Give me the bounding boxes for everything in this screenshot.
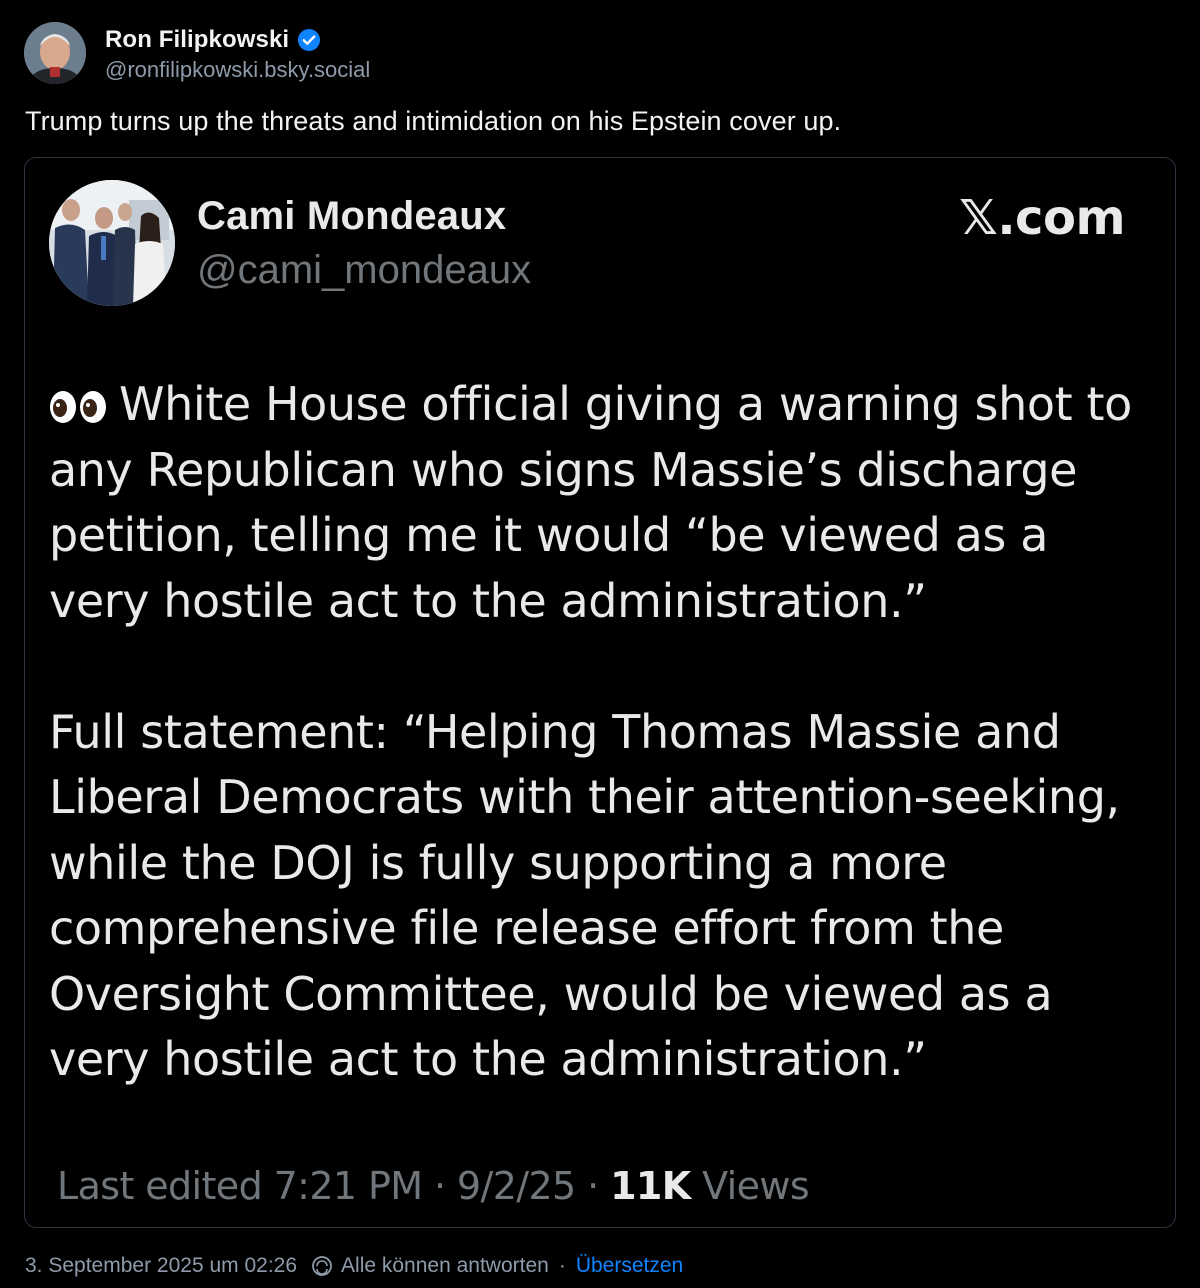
embed-author-name: Cami Mondeaux (197, 194, 507, 238)
post-timestamp[interactable]: 3. September 2025 um 02:26 (25, 1254, 297, 1278)
author-name-row: Ron Filipkowski (105, 26, 321, 54)
x-logo: 𝕏.com (959, 190, 1125, 246)
post: Ron Filipkowski @ronfilipkowski.bsky.soc… (0, 0, 1200, 1288)
eyes-emoji-icon (49, 376, 107, 423)
embed-views-label: Views (690, 1164, 810, 1208)
embed-author-handle: @cami_mondeaux (197, 248, 532, 292)
author-avatar[interactable] (24, 22, 86, 84)
embed-paragraph-2: Full statement: “Helping Thomas Massie a… (49, 704, 1120, 1087)
embedded-image[interactable]: Cami Mondeaux @cami_mondeaux 𝕏.com White… (24, 157, 1176, 1228)
footer-separator: · (558, 1254, 566, 1277)
author-avatar-image (24, 22, 86, 84)
embed-avatar-image (49, 180, 175, 306)
post-text: Trump turns up the threats and intimidat… (25, 106, 842, 136)
post-footer: 3. September 2025 um 02:26 Alle können a… (25, 1254, 683, 1278)
embed-paragraph-1: White House official giving a warning sh… (49, 372, 1139, 634)
embed-views-count: 11K (610, 1164, 691, 1208)
translate-link[interactable]: Übersetzen (576, 1254, 683, 1278)
verified-badge-icon (297, 28, 321, 52)
embed-edited-timestamp: Last edited 7:21 PM · 9/2/25 · (57, 1164, 611, 1208)
embed-paragraph-1-text: White House official giving a warning sh… (49, 377, 1132, 628)
embed-tweet-text: White House official giving a warning sh… (49, 372, 1139, 1093)
author-handle[interactable]: @ronfilipkowski.bsky.social (105, 57, 370, 83)
reply-settings-icon (311, 1255, 333, 1277)
author-name[interactable]: Ron Filipkowski (105, 26, 289, 54)
reply-settings-label: Alle können antworten (341, 1254, 549, 1277)
embed-meta: Last edited 7:21 PM · 9/2/25 · 11K Views (57, 1164, 810, 1208)
embed-author-avatar (49, 180, 175, 306)
